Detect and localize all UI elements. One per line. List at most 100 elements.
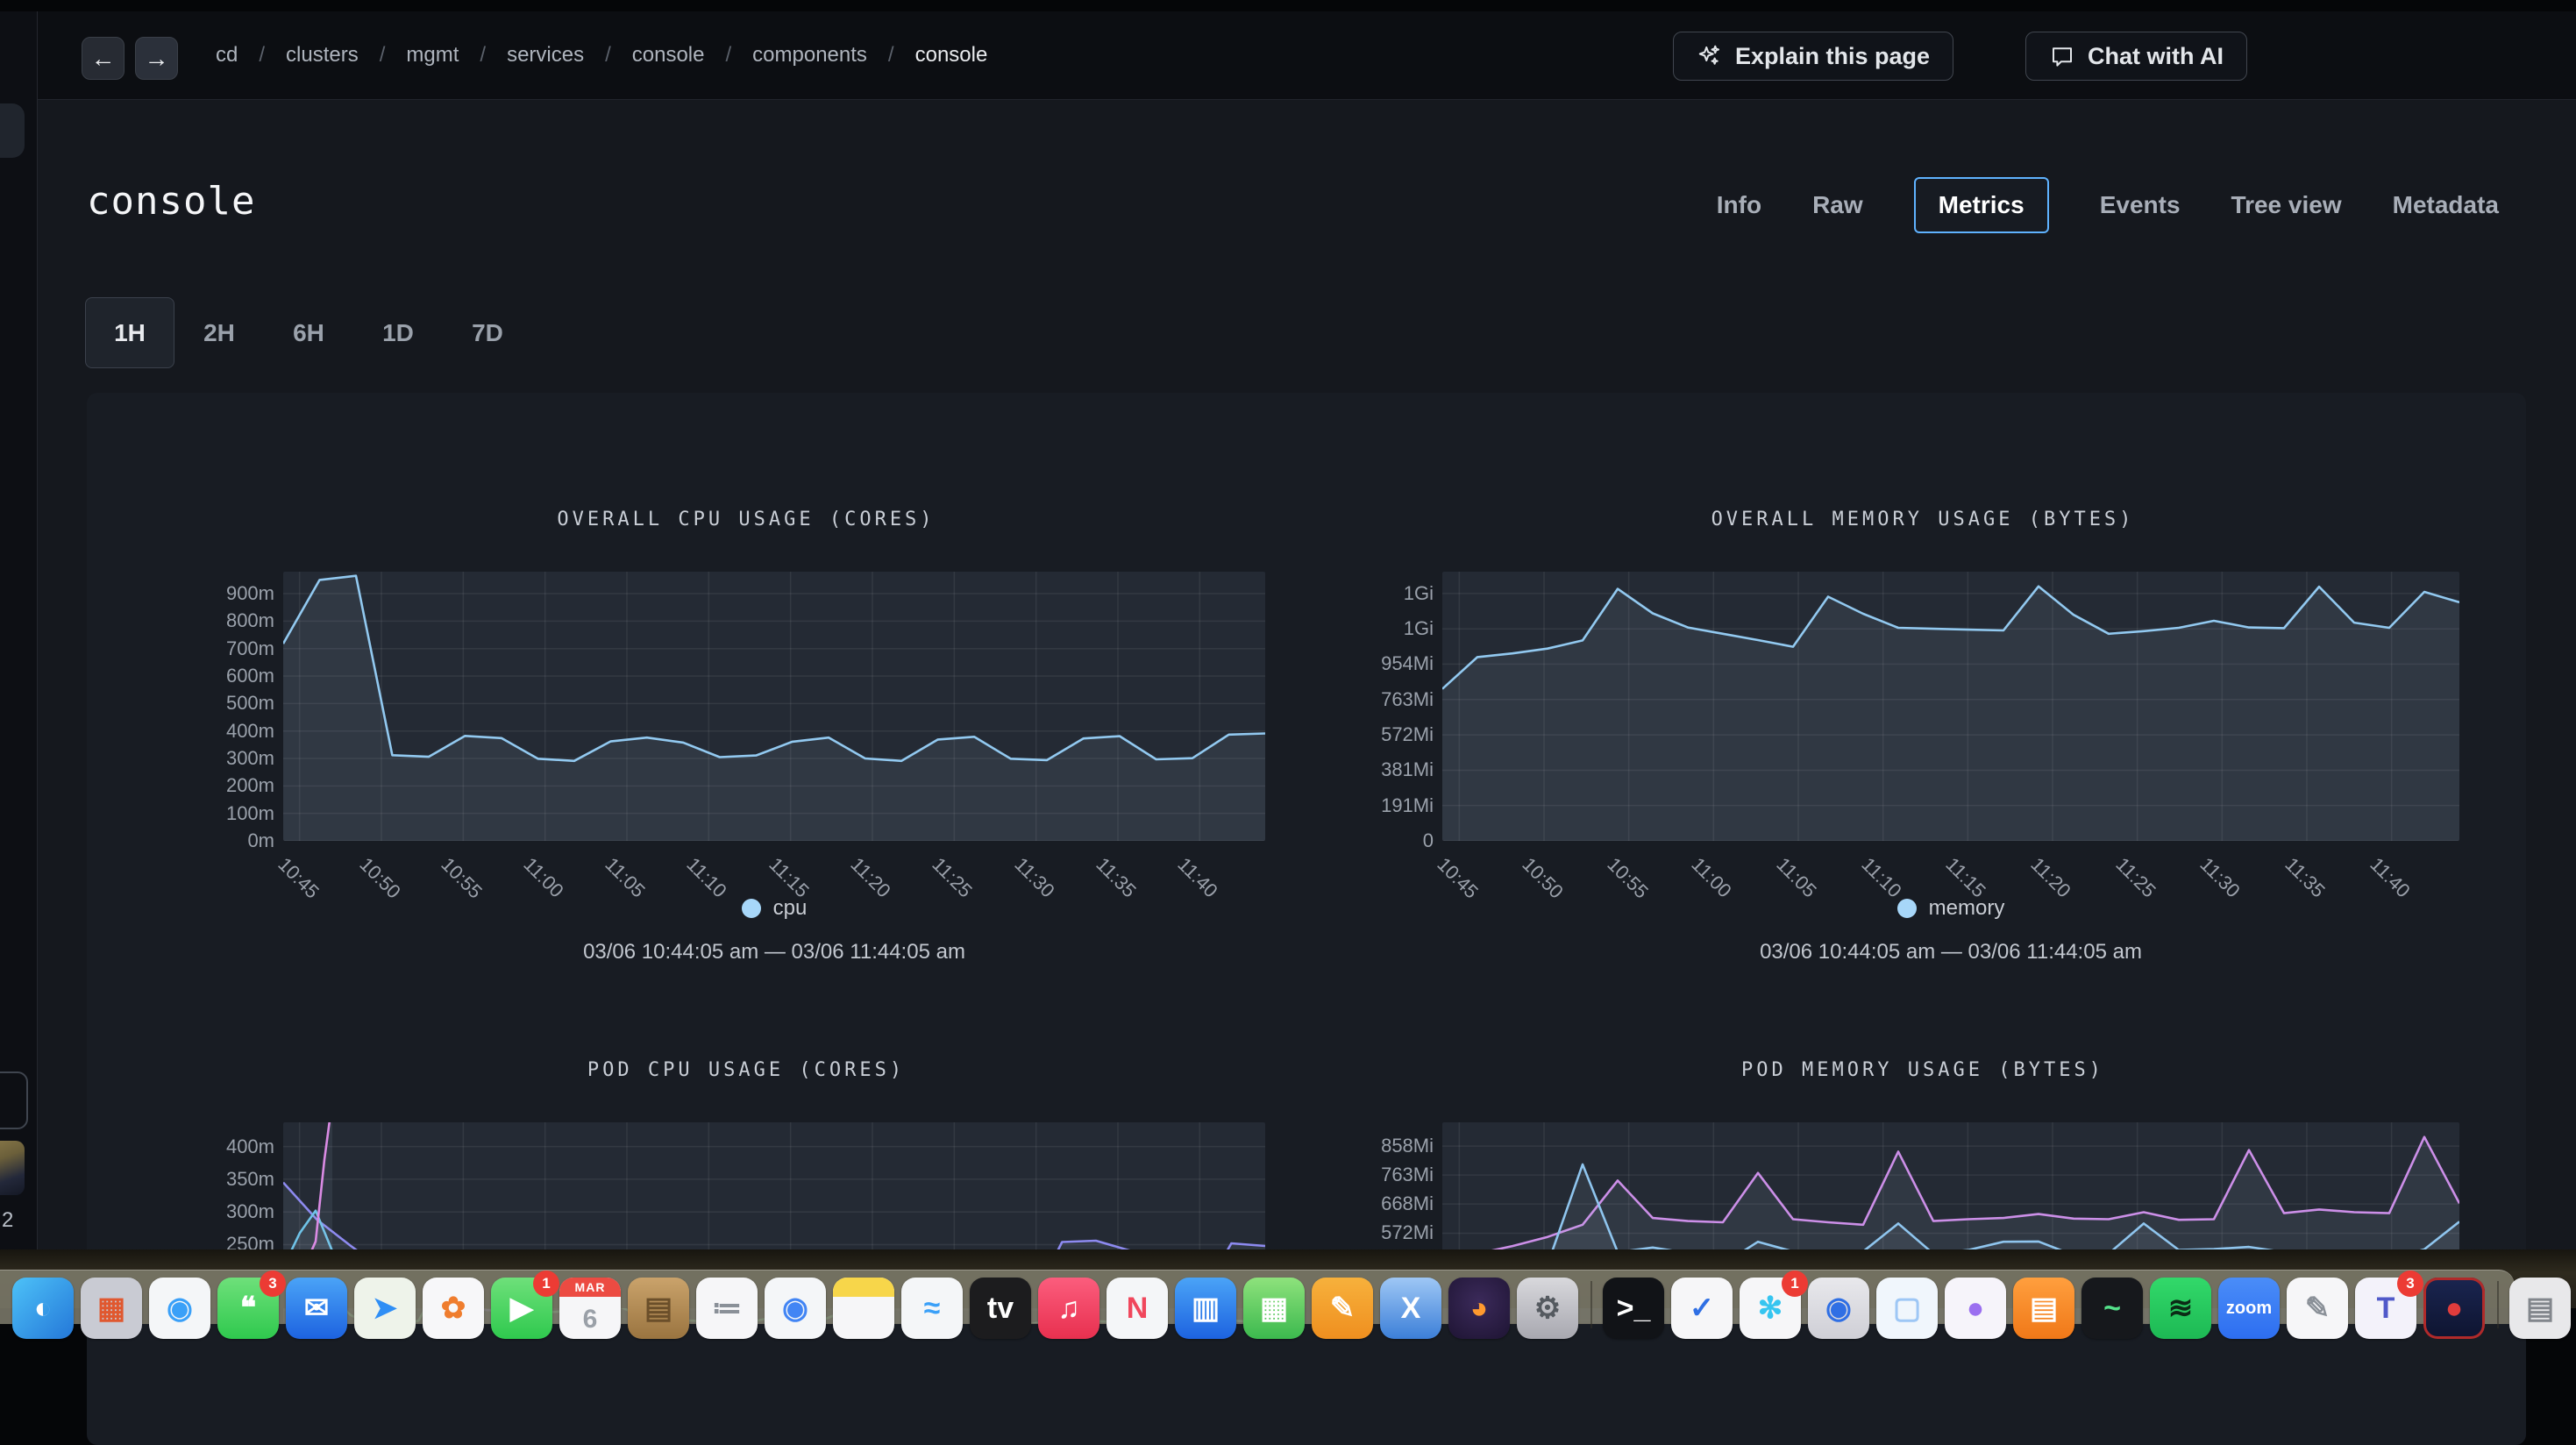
time-range-7d[interactable]: 7D: [443, 297, 532, 368]
dock-icon-calendar[interactable]: MAR6: [559, 1278, 621, 1339]
overall-memory-title: OVERALL MEMORY USAGE (BYTES): [1414, 509, 2431, 530]
rail-version-label: 2: [2, 1208, 13, 1233]
tab-tree-view[interactable]: Tree view: [2231, 191, 2342, 219]
overall-cpu-ytick: 800m: [143, 609, 274, 632]
overall-memory-plot[interactable]: [1442, 572, 2459, 841]
overall-memory-ytick: 763Mi: [1302, 688, 1434, 711]
forward-button[interactable]: →: [135, 37, 178, 80]
overall-memory-legend[interactable]: memory: [1442, 896, 2459, 921]
dock-icon-numbers[interactable]: ▦: [1243, 1278, 1305, 1339]
dock-icon-chrome[interactable]: ◉: [765, 1278, 826, 1339]
dock-icon-books[interactable]: ▤: [2013, 1278, 2074, 1339]
sparkles-icon: [1697, 43, 1723, 69]
left-rail: 2: [0, 11, 38, 1261]
pod-memory-ytick: 572Mi: [1302, 1221, 1434, 1244]
dock-icon-facetime[interactable]: ▶1: [491, 1278, 552, 1339]
time-range-2h[interactable]: 2H: [174, 297, 264, 368]
breadcrumb-item-mgmt[interactable]: mgmt: [406, 43, 459, 68]
dock-icon-contacts[interactable]: ▤: [628, 1278, 689, 1339]
dock-icon-launchpad[interactable]: ▦: [81, 1278, 142, 1339]
breadcrumb-item-services[interactable]: services: [507, 43, 584, 68]
dock-icon-system-settings[interactable]: ⚙: [1517, 1278, 1578, 1339]
dock-icon-terminal[interactable]: >_: [1603, 1278, 1664, 1339]
legend-label: cpu: [773, 896, 808, 921]
dock-icon-document-stack[interactable]: ▤: [2509, 1278, 2571, 1339]
breadcrumb-item-clusters[interactable]: clusters: [286, 43, 359, 68]
dock-icon-xcode[interactable]: X: [1380, 1278, 1441, 1339]
avatar[interactable]: [0, 1141, 25, 1195]
tab-bar: Info Raw Metrics Events Tree view Metadata: [1717, 175, 2499, 235]
pages-glyph: ≈: [924, 1293, 941, 1323]
legend-dot: [1897, 899, 1917, 918]
dock-icon-finder[interactable]: ◐: [12, 1278, 74, 1339]
dock-icon-slack[interactable]: ✻1: [1740, 1278, 1801, 1339]
pod-memory-title: POD MEMORY USAGE (BYTES): [1414, 1059, 2431, 1081]
rail-outline-button[interactable]: [0, 1071, 28, 1129]
notification-badge: 3: [260, 1271, 286, 1297]
dock-icon-activity-monitor[interactable]: ~: [2081, 1278, 2143, 1339]
facetime-glyph: ▶: [510, 1293, 533, 1323]
pod-memory-ytick: 858Mi: [1302, 1135, 1434, 1157]
dock-icon-apple-tv[interactable]: tv: [970, 1278, 1031, 1339]
dock-icon-mail[interactable]: ✉: [286, 1278, 347, 1339]
dock-icon-arcade-game[interactable]: ●: [2423, 1278, 2485, 1339]
dock-icon-blue-app[interactable]: ▢: [1876, 1278, 1938, 1339]
dock-icon-notes[interactable]: [833, 1278, 894, 1339]
dock-icon-textedit[interactable]: ✎: [2287, 1278, 2348, 1339]
rail-selected-item[interactable]: [0, 103, 25, 158]
dock-icon-firefox[interactable]: ◕: [1448, 1278, 1510, 1339]
chat-with-ai-button[interactable]: Chat with AI: [2025, 32, 2247, 81]
tab-raw[interactable]: Raw: [1812, 191, 1863, 219]
tab-metrics[interactable]: Metrics: [1914, 177, 2049, 233]
dock-icon-music[interactable]: ♫: [1038, 1278, 1099, 1339]
breadcrumb-item-console[interactable]: console: [632, 43, 705, 68]
dock-icon-spotify[interactable]: ≋: [2150, 1278, 2211, 1339]
tab-info[interactable]: Info: [1717, 191, 1761, 219]
dock-icon-safari[interactable]: ◉: [149, 1278, 210, 1339]
xcode-glyph: X: [1401, 1293, 1421, 1323]
dock-icon-keynote[interactable]: ▥: [1175, 1278, 1236, 1339]
time-range-1h[interactable]: 1H: [85, 297, 174, 368]
overall-cpu-title: OVERALL CPU USAGE (CORES): [255, 509, 1237, 530]
music-glyph: ♫: [1057, 1293, 1080, 1323]
dock-icon-onepassword[interactable]: ◉: [1808, 1278, 1869, 1339]
tab-metadata[interactable]: Metadata: [2393, 191, 2499, 219]
explain-page-button[interactable]: Explain this page: [1673, 32, 1953, 81]
dock-icon-messages[interactable]: ❝3: [217, 1278, 279, 1339]
overall-cpu-legend[interactable]: cpu: [283, 896, 1265, 921]
breadcrumb-item-components[interactable]: components: [752, 43, 867, 68]
dock-icon-pencil-app[interactable]: ✎: [1312, 1278, 1373, 1339]
dock-icon-news[interactable]: N: [1107, 1278, 1168, 1339]
app-window: 2 ← → cd/clusters/mgmt/services/console/…: [0, 11, 2576, 1261]
overall-cpu-ytick: 400m: [143, 720, 274, 743]
overall-memory-ytick: 572Mi: [1302, 723, 1434, 746]
dock-icon-teams[interactable]: T3: [2355, 1278, 2416, 1339]
dock-icon-maps[interactable]: ➤: [354, 1278, 416, 1339]
time-range-1d[interactable]: 1D: [353, 297, 443, 368]
top-bar: ← → cd/clusters/mgmt/services/console/co…: [38, 11, 2576, 100]
breadcrumb: cd/clusters/mgmt/services/console/compon…: [216, 11, 987, 99]
breadcrumb-item-cd[interactable]: cd: [216, 43, 238, 68]
time-range-6h[interactable]: 6H: [264, 297, 353, 368]
teams-glyph: T: [2377, 1293, 2395, 1323]
dock-icon-photos[interactable]: ✿: [423, 1278, 484, 1339]
activity-monitor-glyph: ~: [2103, 1293, 2121, 1323]
purple-orb-app-glyph: ●: [1967, 1293, 1985, 1323]
back-button[interactable]: ←: [82, 37, 125, 80]
messages-glyph: ❝: [240, 1293, 256, 1323]
dock-icon-zoom[interactable]: zoom: [2218, 1278, 2280, 1339]
time-range-bar: 1H2H6H1D7D: [85, 297, 532, 368]
explain-page-label: Explain this page: [1735, 43, 1930, 70]
dock-icon-reminders[interactable]: ≔: [696, 1278, 758, 1339]
dock-icon-purple-orb-app[interactable]: ●: [1945, 1278, 2006, 1339]
tab-events[interactable]: Events: [2100, 191, 2181, 219]
dock-icon-pages[interactable]: ≈: [901, 1278, 963, 1339]
breadcrumb-item-console[interactable]: console: [915, 43, 988, 68]
breadcrumb-separator: /: [605, 43, 611, 68]
overall-cpu-plot[interactable]: [283, 572, 1265, 841]
todo-check-glyph: ✓: [1690, 1293, 1715, 1323]
chat-bubble-icon: [2049, 43, 2075, 69]
dock-divider: [2497, 1281, 2499, 1328]
dock-icon-todo-check[interactable]: ✓: [1671, 1278, 1733, 1339]
document-stack-glyph: ▤: [2526, 1293, 2554, 1323]
